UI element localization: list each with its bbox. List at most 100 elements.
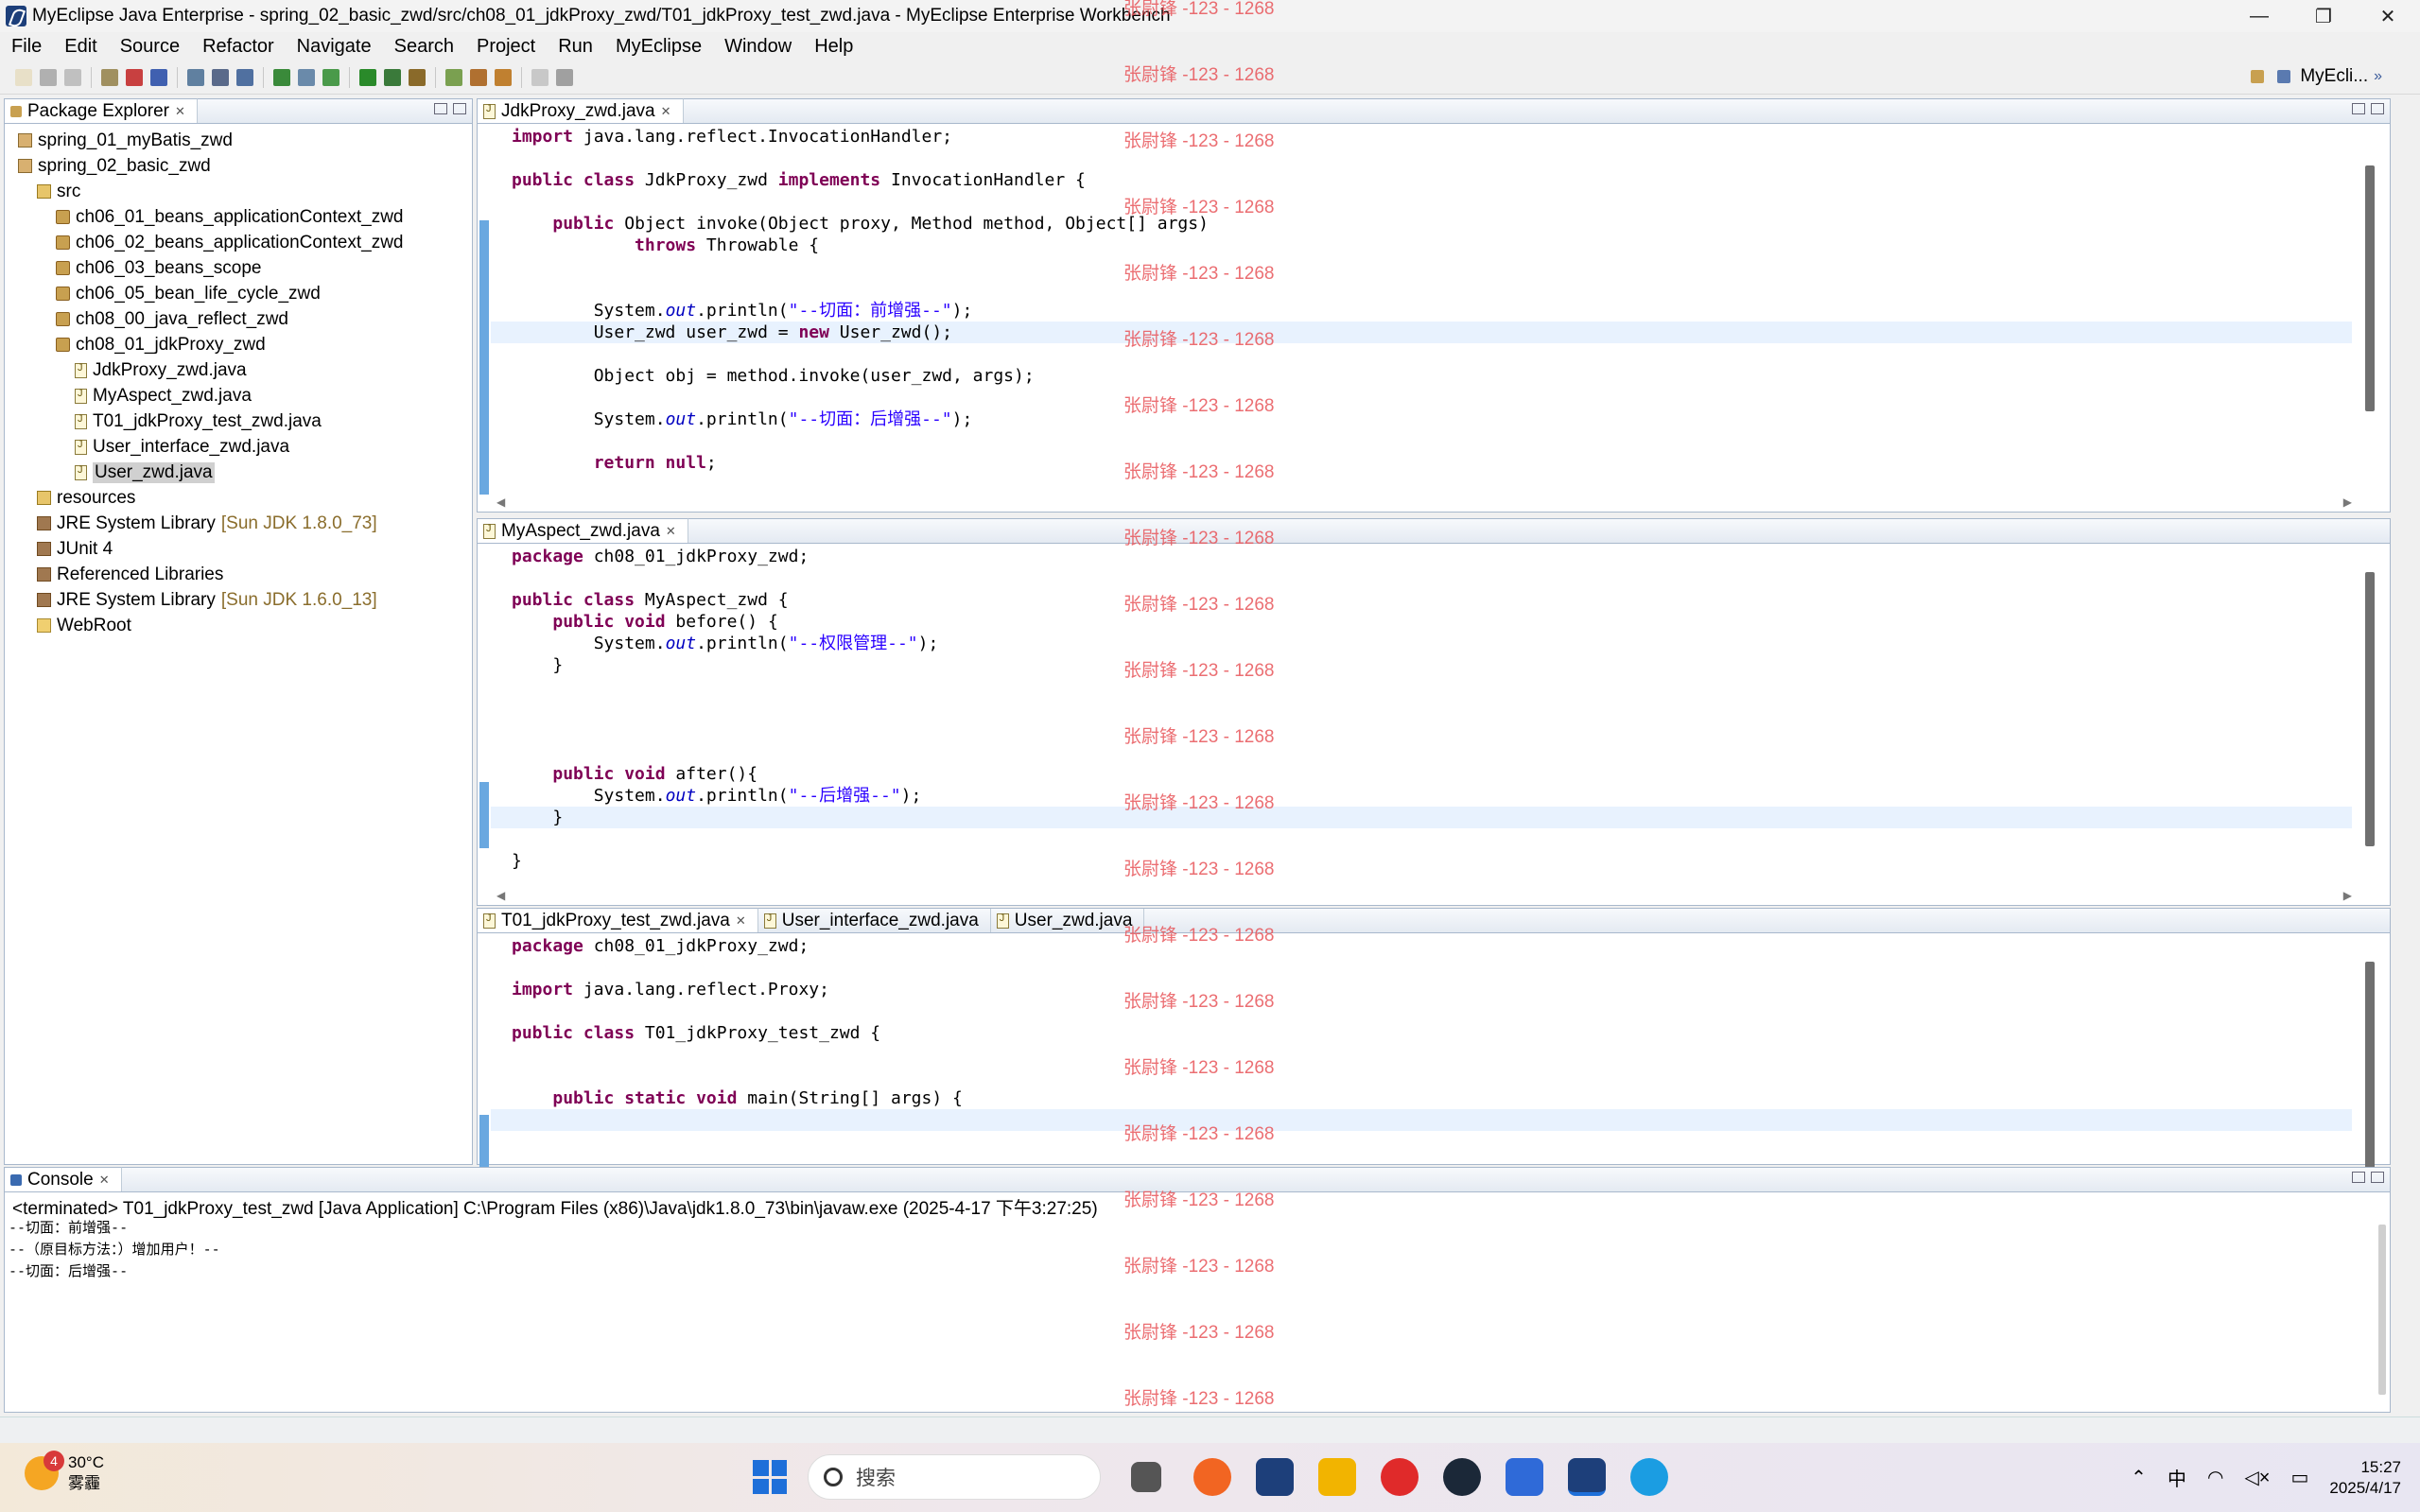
- close-icon[interactable]: ✕: [666, 524, 676, 539]
- ime-indicator[interactable]: 中: [2168, 1464, 2186, 1491]
- close-icon[interactable]: ✕: [175, 104, 185, 119]
- code-line[interactable]: package ch08_01_jdkProxy_zwd;: [491, 546, 2352, 567]
- tree-item[interactable]: JdkProxy_zwd.java: [5, 357, 472, 383]
- toolbar-button-icon[interactable]: [359, 68, 376, 86]
- file-explorer-icon[interactable]: [1318, 1458, 1356, 1496]
- toolbar-button-icon[interactable]: [470, 68, 487, 86]
- menu-help[interactable]: Help: [803, 36, 864, 58]
- tree-item[interactable]: Referenced Libraries: [5, 562, 472, 587]
- tree-item[interactable]: resources: [5, 485, 472, 511]
- toolbar-button-icon[interactable]: [273, 68, 290, 86]
- restore-button[interactable]: ❐: [2291, 0, 2356, 32]
- menu-myeclipse[interactable]: MyEclipse: [604, 36, 713, 58]
- tree-item[interactable]: JUnit 4: [5, 536, 472, 562]
- code-line[interactable]: [491, 343, 2352, 365]
- code-line[interactable]: [491, 148, 2352, 169]
- tree-item[interactable]: spring_01_myBatis_zwd: [5, 128, 472, 153]
- code-line[interactable]: [491, 720, 2352, 741]
- tree-item[interactable]: ch08_01_jdkProxy_zwd: [5, 332, 472, 357]
- code-line[interactable]: [491, 1044, 2352, 1066]
- tree-item[interactable]: User_zwd.java: [5, 460, 472, 485]
- tree-item[interactable]: ch06_05_bean_life_cycle_zwd: [5, 281, 472, 306]
- code-line[interactable]: System.out.println("--权限管理--");: [491, 633, 2352, 654]
- code-line[interactable]: }: [491, 654, 2352, 676]
- tree-item[interactable]: JRE System Library [Sun JDK 1.8.0_73]: [5, 511, 472, 536]
- tree-item[interactable]: JRE System Library [Sun JDK 1.6.0_13]: [5, 587, 472, 613]
- code-line[interactable]: public void before() {: [491, 611, 2352, 633]
- chevron-right-icon[interactable]: »: [2374, 68, 2382, 85]
- close-icon[interactable]: ✕: [661, 104, 671, 119]
- start-button[interactable]: [753, 1460, 787, 1494]
- open-perspective-icon[interactable]: [2251, 70, 2265, 83]
- code-line[interactable]: System.out.println("--切面：后增强--");: [491, 408, 2352, 430]
- menu-run[interactable]: Run: [547, 36, 604, 58]
- tab-console[interactable]: Console ✕: [5, 1167, 122, 1191]
- myeclipse-active-icon[interactable]: [1568, 1458, 1606, 1496]
- volume-muted-icon[interactable]: ◁×: [2244, 1466, 2270, 1489]
- toolbar-button-icon[interactable]: [187, 68, 204, 86]
- code-line[interactable]: [491, 1109, 2352, 1131]
- toolbar-button-icon[interactable]: [212, 68, 229, 86]
- perspective-switcher[interactable]: MyEcli... »: [2247, 66, 2382, 87]
- code-line[interactable]: public void after(){: [491, 763, 2352, 785]
- code-line[interactable]: throws Throwable {: [491, 235, 2352, 256]
- menu-search[interactable]: Search: [383, 36, 465, 58]
- code-area[interactable]: package ch08_01_jdkProxy_zwd; public cla…: [491, 546, 2352, 886]
- close-icon[interactable]: ✕: [736, 913, 746, 929]
- horizontal-scrollbar[interactable]: ◀ ▶: [496, 888, 2352, 903]
- maximize-view-button[interactable]: [453, 103, 466, 114]
- toolbar-button-icon[interactable]: [126, 68, 143, 86]
- tab-editor-file[interactable]: User_interface_zwd.java: [758, 909, 991, 932]
- toolbar-button-icon[interactable]: [495, 68, 512, 86]
- toolbar-button-icon[interactable]: [64, 68, 81, 86]
- toolbar-button-icon[interactable]: [409, 68, 426, 86]
- minimize-view-button[interactable]: [434, 103, 447, 114]
- tree-item[interactable]: ch06_01_beans_applicationContext_zwd: [5, 204, 472, 230]
- code-line[interactable]: public static void main(String[] args) {: [491, 1087, 2352, 1109]
- code-line[interactable]: [491, 278, 2352, 300]
- task-view-icon[interactable]: [1131, 1462, 1161, 1492]
- minimize-view-button[interactable]: [2352, 1172, 2365, 1183]
- edge-browser-icon[interactable]: [1630, 1458, 1668, 1496]
- toolbar-button-icon[interactable]: [322, 68, 339, 86]
- vertical-scrollbar[interactable]: [2378, 1225, 2386, 1395]
- toolbar-button-icon[interactable]: [101, 68, 118, 86]
- toolbar-button-icon[interactable]: [298, 68, 315, 86]
- tree-item[interactable]: src: [5, 179, 472, 204]
- menu-refactor[interactable]: Refactor: [191, 36, 286, 58]
- tree-item[interactable]: ch08_00_java_reflect_zwd: [5, 306, 472, 332]
- maximize-view-button[interactable]: [2371, 1172, 2384, 1183]
- minimize-button[interactable]: —: [2227, 0, 2291, 32]
- code-line[interactable]: }: [491, 807, 2352, 828]
- microsoft-store-icon[interactable]: [1506, 1458, 1543, 1496]
- code-line[interactable]: [491, 676, 2352, 698]
- toolbar-button-icon[interactable]: [531, 68, 548, 86]
- clock[interactable]: 15:27 2025/4/17: [2329, 1457, 2401, 1499]
- perspective-label[interactable]: MyEcli...: [2300, 66, 2368, 87]
- code-line[interactable]: [491, 567, 2352, 589]
- code-line[interactable]: [491, 387, 2352, 408]
- minimize-view-button[interactable]: [2352, 103, 2365, 114]
- maximize-view-button[interactable]: [2371, 103, 2384, 114]
- menu-navigate[interactable]: Navigate: [286, 36, 383, 58]
- taskbar-search[interactable]: 搜索: [808, 1454, 1101, 1500]
- horizontal-scrollbar[interactable]: ◀ ▶: [496, 495, 2352, 510]
- tree-item[interactable]: T01_jdkProxy_test_zwd.java: [5, 408, 472, 434]
- tree-item[interactable]: User_interface_zwd.java: [5, 434, 472, 460]
- toolbar-button-icon[interactable]: [15, 68, 32, 86]
- steam-icon[interactable]: [1443, 1458, 1481, 1496]
- code-line[interactable]: package ch08_01_jdkProxy_zwd;: [491, 935, 2352, 957]
- tab-jdkproxy-java[interactable]: JdkProxy_zwd.java ✕: [478, 98, 684, 123]
- code-line[interactable]: [491, 957, 2352, 979]
- code-line[interactable]: [491, 1000, 2352, 1022]
- code-line[interactable]: public Object invoke(Object proxy, Metho…: [491, 213, 2352, 235]
- code-line[interactable]: User_zwd user_zwd = new User_zwd();: [491, 322, 2352, 343]
- menu-window[interactable]: Window: [713, 36, 803, 58]
- toolbar-button-icon[interactable]: [40, 68, 57, 86]
- tab-editor-file[interactable]: T01_jdkProxy_test_zwd.java ✕: [478, 908, 758, 932]
- tab-package-explorer[interactable]: Package Explorer ✕: [5, 98, 198, 123]
- app-orange-icon[interactable]: [1193, 1458, 1231, 1496]
- tab-myaspect-java[interactable]: MyAspect_zwd.java ✕: [478, 518, 688, 543]
- code-line[interactable]: System.out.println("--切面：前增强--");: [491, 300, 2352, 322]
- scroll-right-icon[interactable]: ▶: [2343, 889, 2352, 902]
